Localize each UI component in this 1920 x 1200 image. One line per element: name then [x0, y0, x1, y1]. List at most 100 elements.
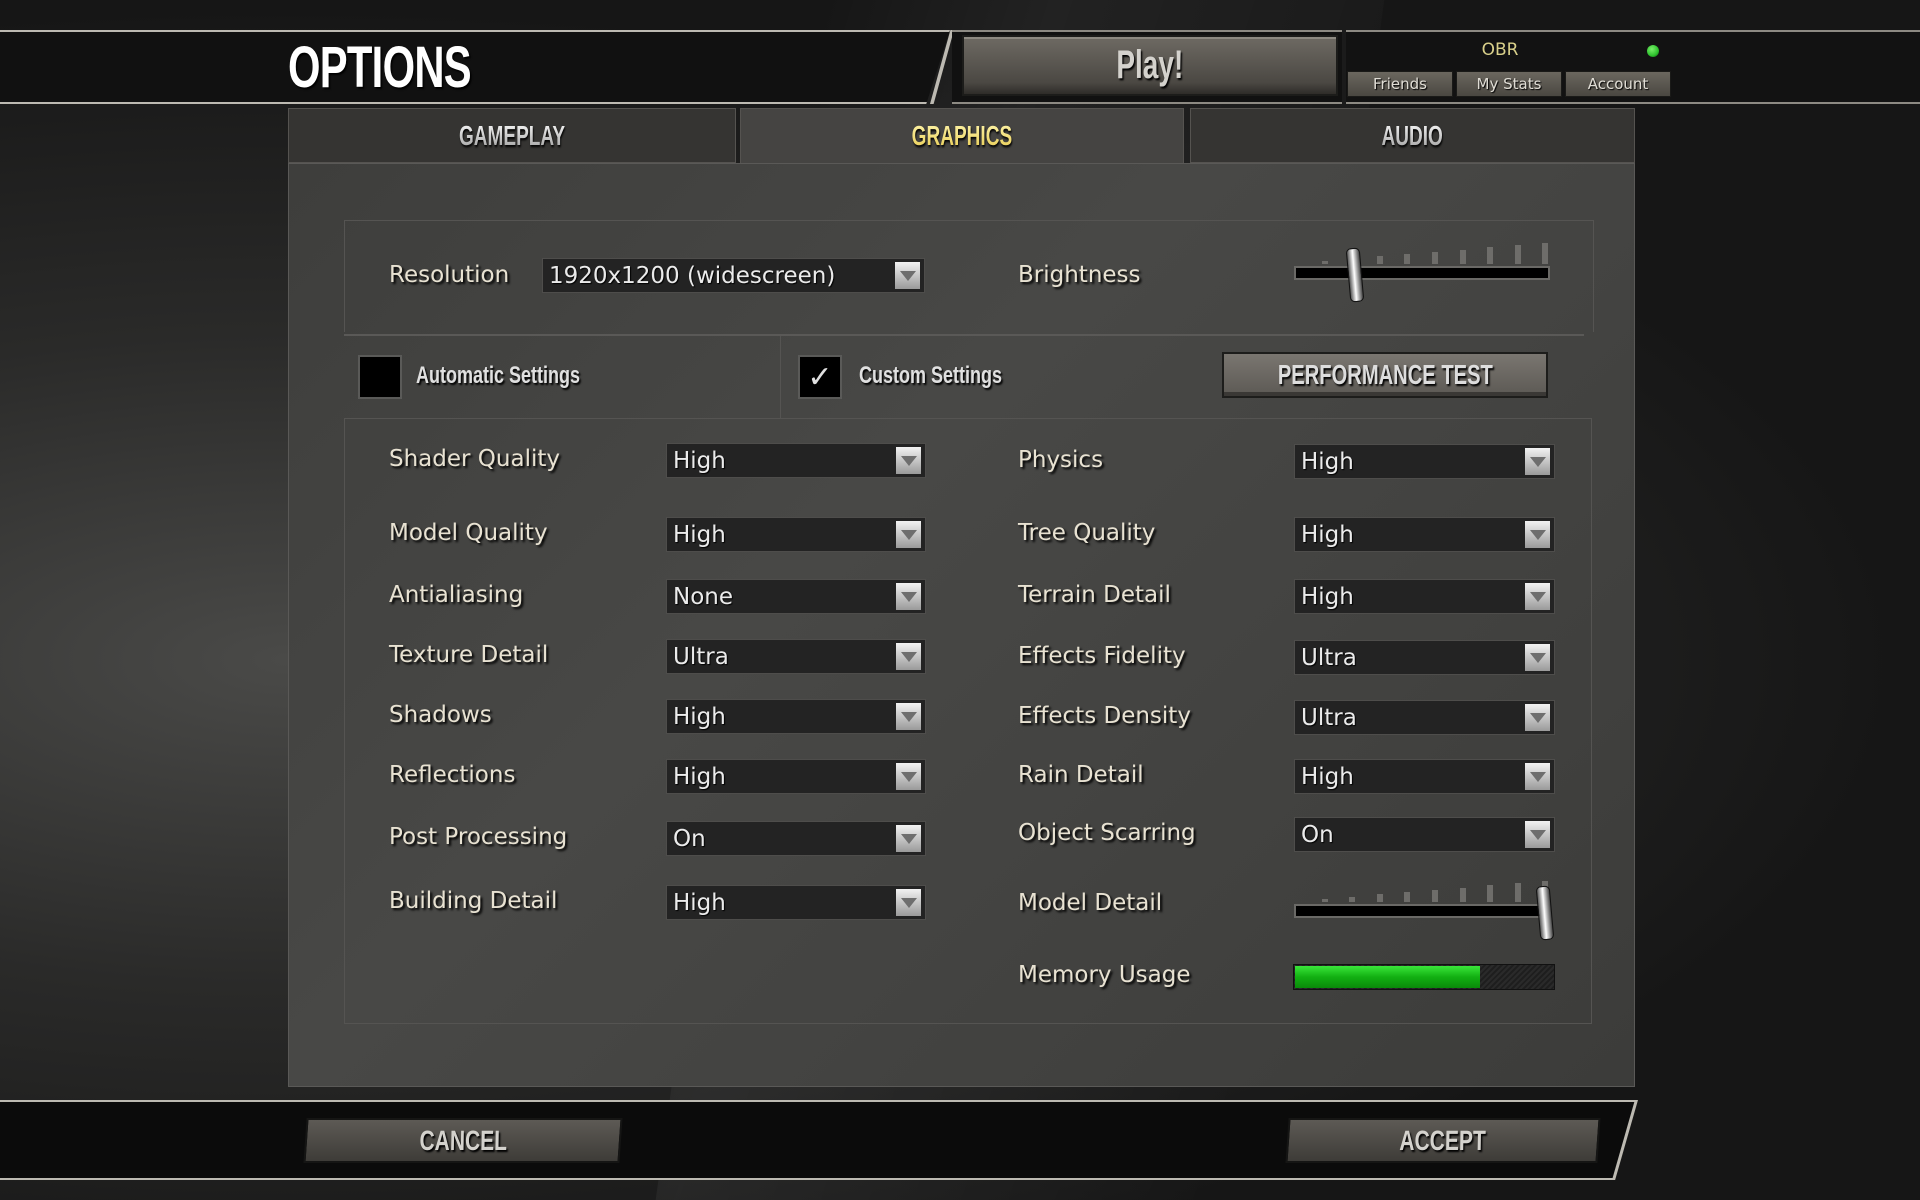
slider-tick	[1404, 254, 1411, 264]
tab-graphics-label: GRAPHICS	[911, 120, 1013, 151]
tab-gameplay[interactable]: GAMEPLAY	[288, 108, 736, 163]
antialiasing-value: None	[673, 583, 734, 610]
friends-button[interactable]: Friends	[1347, 71, 1453, 97]
model-detail-slider[interactable]	[1294, 876, 1555, 941]
chevron-down-icon	[896, 889, 921, 916]
texture-detail-label: Texture Detail	[389, 642, 549, 668]
physics-dropdown[interactable]: High	[1294, 444, 1555, 479]
object-scarring-label: Object Scarring	[1018, 820, 1196, 846]
shader-quality-dropdown[interactable]: High	[666, 443, 926, 478]
slider-tick	[1376, 894, 1383, 902]
performance-test-label: PERFORMANCE TEST	[1277, 359, 1493, 390]
account-button[interactable]: Account	[1565, 71, 1671, 97]
accept-label: ACCEPT	[1399, 1124, 1487, 1156]
memory-usage-label: Memory Usage	[1018, 962, 1191, 988]
memory-usage-fill	[1295, 966, 1480, 988]
effects-fidelity-dropdown[interactable]: Ultra	[1294, 640, 1555, 675]
slider-tick	[1432, 251, 1438, 264]
rain-detail-label: Rain Detail	[1018, 762, 1144, 788]
model-quality-value: High	[673, 521, 726, 548]
building-detail-label: Building Detail	[389, 888, 558, 914]
slider-tick	[1404, 892, 1411, 902]
object-scarring-value: On	[1301, 821, 1334, 848]
brightness-slider[interactable]	[1294, 238, 1550, 303]
chevron-down-icon	[1525, 448, 1550, 475]
shadows-value: High	[673, 703, 726, 730]
tab-graphics[interactable]: GRAPHICS	[740, 108, 1184, 163]
accept-button[interactable]: ACCEPT	[1285, 1118, 1601, 1163]
slider-tick	[1321, 899, 1328, 902]
building-detail-dropdown[interactable]: High	[666, 885, 926, 920]
resolution-value: 1920x1200 (widescreen)	[549, 262, 836, 289]
slider-tick	[1487, 885, 1494, 902]
chevron-down-icon	[896, 521, 921, 548]
texture-detail-dropdown[interactable]: Ultra	[666, 639, 926, 674]
terrain-detail-value: High	[1301, 583, 1354, 610]
reflections-dropdown[interactable]: High	[666, 759, 926, 794]
effects-density-dropdown[interactable]: Ultra	[1294, 700, 1555, 735]
shadows-label: Shadows	[389, 702, 492, 728]
terrain-detail-dropdown[interactable]: High	[1294, 579, 1555, 614]
resolution-dropdown[interactable]: 1920x1200 (widescreen)	[542, 258, 925, 293]
chevron-down-icon	[896, 703, 921, 730]
slider-tick	[1376, 256, 1383, 264]
terrain-detail-label: Terrain Detail	[1018, 582, 1171, 608]
my-stats-button[interactable]: My Stats	[1456, 71, 1562, 97]
chevron-down-icon	[1525, 521, 1550, 548]
cancel-label: CANCEL	[418, 1124, 508, 1156]
shader-quality-label: Shader Quality	[389, 446, 560, 472]
play-button[interactable]: Play!	[962, 35, 1338, 96]
slider-track	[1294, 266, 1550, 280]
tree-quality-value: High	[1301, 521, 1354, 548]
rain-detail-value: High	[1301, 763, 1354, 790]
checkmark-icon: ✓	[807, 359, 833, 395]
memory-usage-bar	[1293, 964, 1555, 990]
chevron-down-icon	[896, 447, 921, 474]
post-processing-label: Post Processing	[389, 824, 568, 850]
slider-thumb[interactable]	[1345, 247, 1364, 303]
tab-audio[interactable]: AUDIO	[1190, 108, 1635, 163]
play-label: Play!	[1116, 43, 1184, 87]
post-processing-value: On	[673, 825, 706, 852]
physics-value: High	[1301, 448, 1354, 475]
chevron-down-icon	[896, 583, 921, 610]
object-scarring-dropdown[interactable]: On	[1294, 817, 1555, 852]
slider-tick	[1514, 882, 1521, 902]
group-divider	[344, 334, 1584, 336]
effects-fidelity-label: Effects Fidelity	[1018, 643, 1186, 669]
tab-gameplay-label: GAMEPLAY	[458, 119, 566, 151]
reflections-value: High	[673, 763, 726, 790]
chevron-down-icon	[895, 262, 920, 289]
chevron-down-icon	[1525, 821, 1550, 848]
rain-detail-dropdown[interactable]: High	[1294, 759, 1555, 794]
preset-divider	[780, 336, 781, 418]
slider-tick	[1514, 244, 1521, 264]
performance-test-button[interactable]: PERFORMANCE TEST	[1222, 352, 1548, 398]
reflections-label: Reflections	[389, 762, 516, 788]
physics-label: Physics	[1018, 447, 1104, 473]
shadows-dropdown[interactable]: High	[666, 699, 926, 734]
effects-density-value: Ultra	[1301, 704, 1357, 731]
slider-tick	[1542, 242, 1549, 264]
cancel-button[interactable]: CANCEL	[303, 1118, 623, 1163]
effects-fidelity-value: Ultra	[1301, 644, 1357, 671]
automatic-settings-checkbox[interactable]	[358, 355, 402, 399]
model-quality-dropdown[interactable]: High	[666, 517, 926, 552]
post-processing-dropdown[interactable]: On	[666, 821, 926, 856]
custom-settings-checkbox[interactable]: ✓	[798, 355, 842, 399]
chevron-down-icon	[1525, 583, 1550, 610]
chevron-down-icon	[896, 825, 921, 852]
building-detail-value: High	[673, 889, 726, 916]
page-title: OPTIONS	[288, 35, 472, 100]
shader-quality-value: High	[673, 447, 726, 474]
tree-quality-dropdown[interactable]: High	[1294, 517, 1555, 552]
chevron-down-icon	[1525, 644, 1550, 671]
user-name: OBR	[1481, 40, 1519, 60]
slider-tick	[1321, 261, 1328, 264]
resolution-label: Resolution	[389, 262, 510, 288]
effects-density-label: Effects Density	[1018, 703, 1191, 729]
slider-track	[1294, 904, 1550, 918]
antialiasing-dropdown[interactable]: None	[666, 579, 926, 614]
automatic-settings-label: Automatic Settings	[416, 362, 581, 389]
chevron-down-icon	[1525, 763, 1550, 790]
